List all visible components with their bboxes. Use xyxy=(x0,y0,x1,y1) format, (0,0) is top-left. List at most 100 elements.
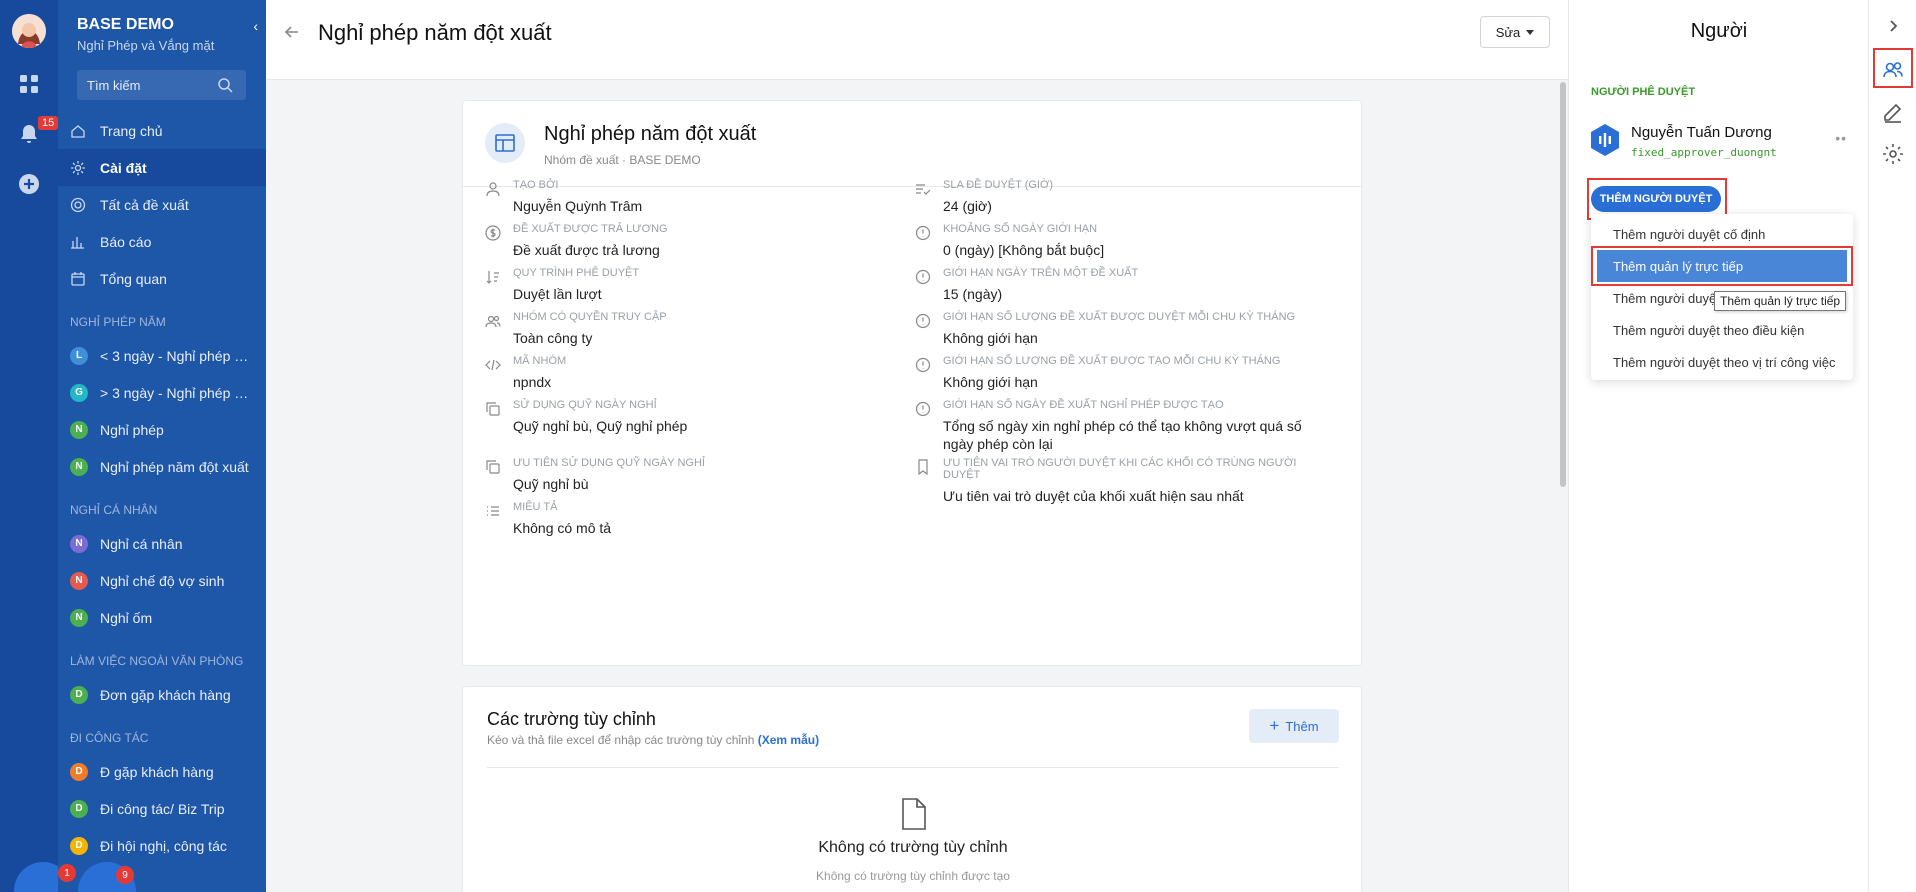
add-circle-icon[interactable] xyxy=(17,172,41,196)
sidebar-item[interactable]: Tổng quan xyxy=(58,260,266,297)
field-label: ƯU TIÊN VAI TRÒ NGƯỜI DUYỆT KHI CÁC KHỐI… xyxy=(943,457,1297,481)
chevron-right-icon[interactable] xyxy=(1881,14,1905,38)
menu-item[interactable]: Thêm người duyệt cố định xyxy=(1591,218,1853,250)
search-input[interactable] xyxy=(87,77,217,93)
detail-field: ƯU TIÊN VAI TRÒ NGƯỜI DUYỆT KHI CÁC KHỐI… xyxy=(915,457,1335,505)
field-label: GIỚI HẠN SỐ LƯỢNG ĐỀ XUẤT ĐƯỢC TẠO MỖI C… xyxy=(943,355,1281,367)
sidebar-section-title: LÀM VIỆC NGOÀI VĂN PHÒNG xyxy=(70,654,244,668)
info-icon xyxy=(915,269,931,285)
copy-icon xyxy=(485,401,501,417)
main-scrollbar[interactable] xyxy=(1560,82,1566,487)
bookmark-icon xyxy=(915,459,931,476)
sidebar-item[interactable]: Báo cáo xyxy=(58,223,266,260)
letter-avatar: N xyxy=(70,420,88,439)
detail-field: TẠO BỞI Nguyễn Quỳnh Trâm xyxy=(485,179,885,215)
caret-down-icon xyxy=(1526,29,1535,35)
sidebar-item[interactable]: Tất cả đề xuất xyxy=(58,186,266,223)
custom-fields-title: Các trường tùy chỉnh xyxy=(487,709,656,729)
sidebar-item[interactable]: L < 3 ngày - Nghỉ phép năm xyxy=(58,337,266,374)
field-label: SLA ĐỀ DUYỆT (GIỜ) xyxy=(943,179,1054,191)
divider xyxy=(487,767,1339,768)
calendar-icon xyxy=(70,271,86,287)
document-icon xyxy=(902,798,926,830)
user-avatar[interactable] xyxy=(12,14,46,48)
field-value: 15 (ngày) xyxy=(943,286,1003,302)
gear-icon[interactable] xyxy=(1881,142,1905,166)
field-label: ƯU TIÊN SỬ DỤNG QUỸ NGÀY NGHỈ xyxy=(513,457,705,469)
menu-item[interactable]: Thêm quản lý trực tiếp xyxy=(1597,250,1847,282)
sort-icon xyxy=(485,269,501,285)
sidebar-item[interactable]: D Đi công tác/ Biz Trip xyxy=(58,790,266,827)
detail-field: GIỚI HẠN SỐ LƯỢNG ĐỀ XUẤT ĐƯỢC DUYỆT MỖI… xyxy=(915,311,1335,347)
sidebar-item-label: Nghỉ chế độ vợ sinh xyxy=(100,572,225,589)
sidebar-item[interactable]: Cài đặt xyxy=(58,149,266,186)
sidebar-item[interactable]: N Nghỉ cá nhân xyxy=(58,525,266,562)
edit-dropdown-button[interactable]: Sửa xyxy=(1480,16,1550,48)
sidebar-item[interactable]: Trang chủ xyxy=(58,112,266,149)
sidebar-item[interactable]: N Nghỉ phép năm đột xuất xyxy=(58,448,266,485)
add-custom-field-button[interactable]: + Thêm xyxy=(1249,709,1339,743)
apps-grid-icon[interactable] xyxy=(17,72,41,96)
field-value: Không giới hạn xyxy=(943,374,1038,390)
tooltip: Thêm quản lý trực tiếp xyxy=(1714,291,1847,311)
detail-field: ƯU TIÊN SỬ DỤNG QUỸ NGÀY NGHỈ Quỹ nghỉ bù xyxy=(485,457,885,493)
more-options-icon[interactable]: •• xyxy=(1835,130,1847,146)
sidebar-item[interactable]: D Đơn gặp khách hàng xyxy=(58,676,266,713)
field-label: GIỚI HẠN NGÀY TRÊN MỘT ĐỀ XUẤT xyxy=(943,267,1139,279)
field-value: Ưu tiên vai trò duyệt của khối xuất hiện… xyxy=(943,488,1244,504)
info-icon xyxy=(915,225,931,241)
sample-link[interactable]: (Xem mẫu) xyxy=(758,733,819,747)
sidebar-section-title: NGHỈ CÁ NHÂN xyxy=(70,503,158,517)
gear-icon xyxy=(70,160,86,176)
info-icon xyxy=(915,357,931,373)
home-icon xyxy=(70,123,86,139)
sidebar-item-label: Nghỉ cá nhân xyxy=(100,535,183,552)
sidebar-section-title: NGHỈ PHÉP NĂM xyxy=(70,315,166,329)
people-icon[interactable] xyxy=(1881,58,1905,82)
custom-fields-subtitle: Kéo và thả file excel để nhập các trường… xyxy=(487,733,819,747)
approver-name: Nguyễn Tuấn Dương xyxy=(1631,124,1772,141)
approver-section-label: NGƯỜI PHÊ DUYỆT xyxy=(1591,86,1696,98)
sidebar-item-label: Cài đặt xyxy=(100,159,147,176)
plus-icon: + xyxy=(1269,716,1280,735)
sidebar-item[interactable]: D Đ gặp khách hàng xyxy=(58,753,266,790)
letter-avatar: D xyxy=(70,685,88,704)
letter-avatar: L xyxy=(70,346,88,365)
add-approver-button[interactable]: THÊM NGƯỜI DUYỆT xyxy=(1591,186,1721,212)
field-label: NHÓM CÓ QUYỀN TRUY CẬP xyxy=(513,311,667,323)
people-panel: Người NGƯỜI PHÊ DUYỆT Nguyễn Tuấn Dương … xyxy=(1568,0,1868,892)
field-label: GIỚI HẠN SỐ NGÀY ĐỀ XUẤT NGHỈ PHÉP ĐƯỢC … xyxy=(943,399,1224,411)
sidebar-item[interactable]: N Nghỉ ốm xyxy=(58,599,266,636)
sidebar-section-title: ĐI CÔNG TÁC xyxy=(70,731,149,745)
sidebar: BASE DEMO Nghỉ Phép và Vắng mặt ‹ Trang … xyxy=(58,0,266,892)
sidebar-item[interactable]: N Nghỉ chế độ vợ sinh xyxy=(58,562,266,599)
field-label: MÃ NHÓM xyxy=(513,355,567,367)
custom-fields-card: Các trường tùy chỉnh Kéo và thả file exc… xyxy=(462,686,1362,892)
sidebar-item[interactable]: D Đi hội nghị, công tác xyxy=(58,827,266,864)
letter-avatar: G xyxy=(70,383,88,402)
menu-item[interactable]: Thêm người duyệt theo vị trí công việc xyxy=(1591,346,1853,378)
detail-field: ĐỀ XUẤT ĐƯỢC TRẢ LƯƠNG Đề xuất được trả l… xyxy=(485,223,885,259)
menu-item[interactable]: Thêm người duyệt theo điều kiện xyxy=(1591,314,1853,346)
group-icon xyxy=(485,313,501,329)
sidebar-item[interactable]: N Nghỉ phép xyxy=(58,411,266,448)
sidebar-item-label: Nghỉ phép xyxy=(100,421,164,438)
sidebar-item-label: Đi hội nghị, công tác xyxy=(100,837,227,854)
group-detail-card: Nghỉ phép năm đột xuất Nhóm đề xuất · BA… xyxy=(462,100,1362,666)
field-value: Nguyễn Quỳnh Trâm xyxy=(513,198,643,214)
letter-avatar: N xyxy=(70,571,88,590)
sidebar-item-label: Tất cả đề xuất xyxy=(100,196,189,213)
sidebar-nav: Trang chủ Cài đặt Tất cả đề xuất Báo cáo Tổn… xyxy=(58,112,266,864)
detail-field: NHÓM CÓ QUYỀN TRUY CẬP Toàn công ty xyxy=(485,311,885,347)
back-arrow-icon[interactable] xyxy=(282,22,302,42)
sidebar-item[interactable]: G > 3 ngày - Nghỉ phép năm xyxy=(58,374,266,411)
field-label: SỬ DỤNG QUỸ NGÀY NGHỈ xyxy=(513,399,657,411)
collapse-sidebar-icon[interactable]: ‹ xyxy=(253,18,258,34)
pencil-icon[interactable] xyxy=(1881,100,1905,124)
field-label: QUY TRÌNH PHÊ DUYỆT xyxy=(513,267,640,279)
approver-logo-icon xyxy=(1591,124,1619,156)
field-label: GIỚI HẠN SỐ LƯỢNG ĐỀ XUẤT ĐƯỢC DUYỆT MỖI… xyxy=(943,311,1296,323)
field-value: 0 (ngày) [Không bắt buộc] xyxy=(943,242,1105,258)
app-name: BASE DEMO xyxy=(77,16,174,33)
search-icon[interactable] xyxy=(217,77,233,93)
